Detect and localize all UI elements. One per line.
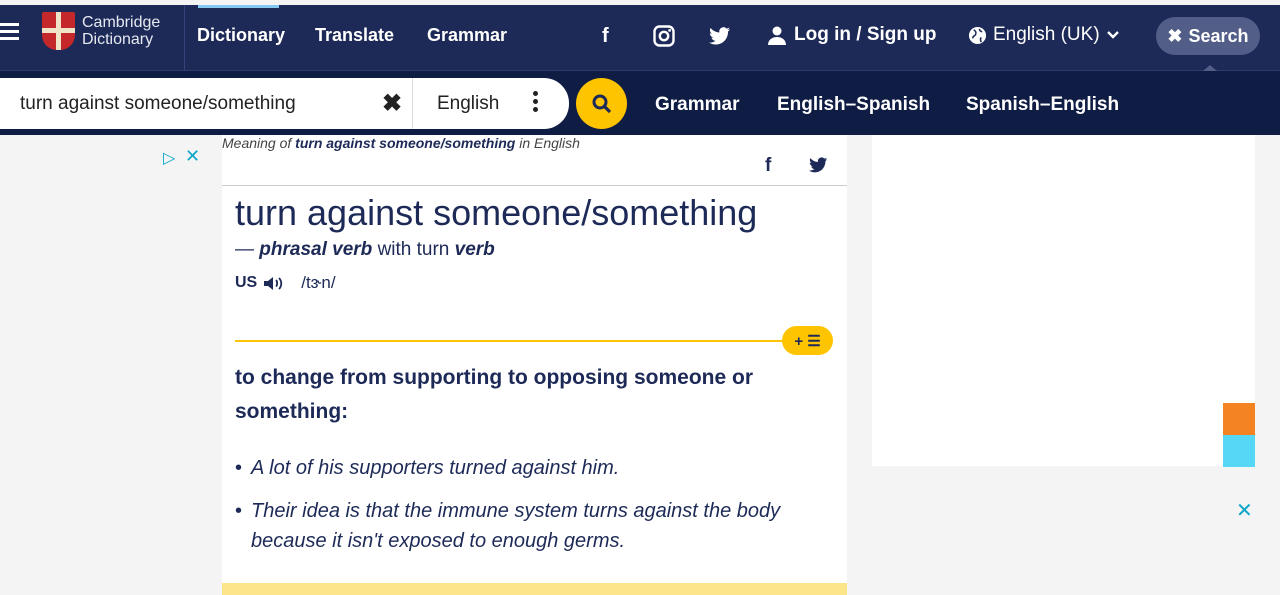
header-rule [222, 185, 847, 186]
menu-icon[interactable] [0, 23, 20, 43]
globe-icon [968, 26, 987, 44]
part-of-speech: — phrasal verb with turn verb [235, 239, 495, 261]
login-label: Log in / Sign up [794, 24, 937, 45]
sense-divider [235, 340, 797, 342]
speaker-icon[interactable] [263, 275, 285, 292]
meaning-suffix: in English [519, 135, 580, 151]
language-selector[interactable]: English (UK) [968, 24, 1120, 46]
search-input[interactable]: turn against someone/something ✖ English [0, 78, 569, 129]
dictionary-selector[interactable]: English [437, 93, 499, 115]
more-options-icon[interactable] [533, 91, 539, 115]
facebook-icon[interactable]: f [602, 25, 609, 48]
meaning-word: turn against someone/something [295, 135, 516, 151]
region-label: us [235, 274, 258, 291]
nav-grammar[interactable]: Grammar [427, 25, 507, 46]
twitter-icon[interactable] [709, 27, 731, 51]
more-examples-box [222, 583, 847, 595]
adchoices-icon[interactable]: ▷ [163, 148, 175, 168]
link-spanish-english[interactable]: Spanish–English [966, 94, 1119, 116]
pos-with[interactable]: with turn [378, 239, 450, 260]
link-english-spanish[interactable]: English–Spanish [777, 94, 930, 116]
ipa-transcription: /tɝn/ [301, 273, 336, 292]
nav-translate[interactable]: Translate [315, 25, 394, 46]
ad-close-icon[interactable]: ✕ [1236, 498, 1253, 523]
ad-orange-block [1223, 403, 1255, 435]
definition: to change from supporting to opposing so… [235, 366, 753, 423]
example-sentence: • Their idea is that the immune system t… [235, 496, 795, 556]
nav-dictionary[interactable]: Dictionary [197, 25, 285, 46]
search-toggle-button[interactable]: ✖ Search [1156, 17, 1260, 55]
logo-text: Cambridge Dictionary [82, 14, 160, 48]
language-label: English (UK) [993, 24, 1100, 45]
advertisement[interactable] [872, 135, 1255, 466]
example-text: A lot of his supporters turned against h… [251, 457, 620, 479]
instagram-icon[interactable] [653, 25, 675, 53]
share-twitter-icon[interactable] [809, 157, 828, 179]
meaning-prefix: Meaning of [222, 135, 292, 151]
search-query: turn against someone/something [20, 93, 296, 114]
cambridge-logo[interactable]: Cambridge Dictionary [42, 12, 160, 50]
search-bar: turn against someone/something ✖ English… [0, 71, 1280, 135]
link-grammar[interactable]: Grammar [655, 94, 740, 116]
search-toggle-label: Search [1188, 25, 1249, 46]
login-signup-link[interactable]: Log in / Sign up [768, 24, 936, 46]
user-icon [768, 26, 786, 45]
bullet: • [235, 457, 243, 479]
active-tab-indicator [198, 5, 279, 8]
headword: turn against someone/something [235, 192, 758, 233]
bullet: • [235, 500, 243, 522]
share-facebook-icon[interactable]: f [765, 155, 771, 177]
example-text: Their idea is that the immune system tur… [251, 500, 781, 552]
example-sentence: • A lot of his supporters turned against… [235, 453, 795, 483]
meaning-of-line: Meaning of turn against someone/somethin… [222, 135, 580, 151]
chevron-down-icon [1106, 31, 1119, 39]
dictionary-entry: Meaning of turn against someone/somethin… [222, 135, 847, 595]
pos-label: phrasal verb [259, 239, 373, 260]
shield-icon [42, 12, 75, 50]
pronunciation: us /tɝn/ [235, 273, 336, 293]
ad-close-icon[interactable]: ✕ [185, 146, 200, 167]
logo-divider [184, 5, 185, 71]
pos-verb: verb [454, 239, 495, 260]
search-submit-button[interactable] [576, 78, 627, 129]
logo-line-1: Cambridge [82, 14, 161, 31]
pos-dash: — [235, 239, 254, 260]
ad-cyan-block [1223, 435, 1255, 467]
logo-line-2: Dictionary [82, 31, 154, 48]
clear-icon[interactable]: ✖ [382, 89, 402, 118]
field-divider [412, 78, 413, 129]
search-icon [592, 94, 611, 113]
close-icon: ✖ [1167, 25, 1183, 46]
add-to-word-list-button[interactable]: + ☰ [782, 326, 833, 355]
